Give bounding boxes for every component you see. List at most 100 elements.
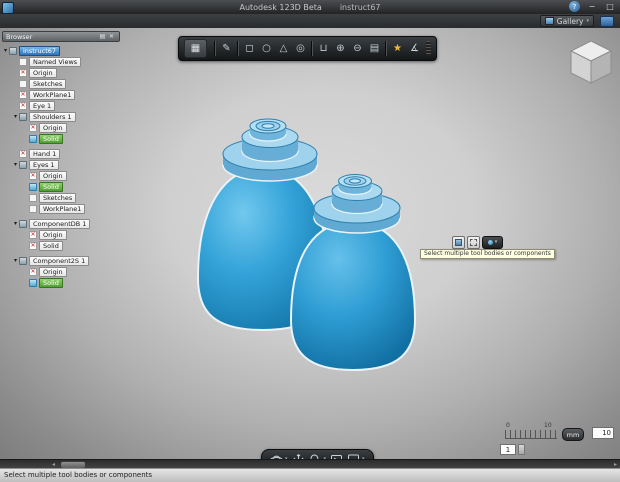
visibility-off-icon[interactable]: ✕ [19,149,27,158]
main-menu-icon[interactable]: ▦ [184,39,207,58]
tree-item-label[interactable]: Sketches [39,192,77,203]
tree-item-label[interactable]: Solid [39,240,63,251]
tree-item-label[interactable]: Origin [39,122,67,133]
tree-item[interactable]: Solid [22,277,120,288]
scroll-right-icon[interactable]: ▸ [614,461,617,468]
tree-item-label[interactable]: Origin [29,67,57,78]
visibility-off-icon[interactable]: ✕ [29,123,37,132]
minimize-icon[interactable]: − [586,1,598,12]
tree-item-label[interactable]: instruct67 [19,45,61,56]
gallery-button[interactable]: Gallery ▾ [539,15,594,27]
tree-item[interactable]: Sketches [12,78,120,89]
primitive-cone-icon[interactable]: △ [275,39,292,59]
tree-item-label[interactable]: WorkPlane1 [29,89,76,100]
solid-icon [29,134,37,143]
viewcube[interactable] [564,36,618,90]
expand-arrow-icon[interactable]: ▾ [2,47,9,54]
panel-toggle-icon[interactable] [600,16,614,27]
tree-item[interactable]: ▾ Component2S 1 [12,255,120,266]
browser-menu-icon[interactable]: ▤ [98,33,107,40]
model-front-lid[interactable] [313,174,401,234]
visibility-off-icon[interactable]: ✕ [19,68,27,77]
toolbar-separator [214,41,216,56]
tree-item-label[interactable]: WorkPlane1 [39,203,86,214]
tree-item-label[interactable]: ComponentDB 1 [29,218,91,229]
expand-arrow-icon[interactable]: ▾ [12,161,19,168]
viewport[interactable]: Browser ▤ ✕ ▾ instruct67 Named Views ✕ O… [0,28,620,459]
tree-item[interactable]: ✕ Origin [22,122,120,133]
tree-item[interactable]: ✕ Solid [22,240,120,251]
material-tool-icon[interactable]: ★ [389,39,406,59]
folder-icon [19,57,27,66]
primitive-box-icon[interactable]: ◻ [241,39,258,59]
tree-item-label[interactable]: Shoulders 1 [29,111,76,122]
tree-item[interactable]: ▾ Eyes 1 [12,159,120,170]
status-message: Select multiple tool bodies or component… [4,471,153,479]
tree-item-label[interactable]: Origin [39,266,67,277]
shell-tool-icon[interactable]: ⊔ [315,39,332,59]
select-component-button[interactable] [467,235,480,249]
revolve-tool-icon[interactable]: ◎ [292,39,309,59]
grid-major-field[interactable]: 10 [592,427,614,439]
tree-item[interactable]: Solid [22,181,120,192]
component-icon [9,46,17,55]
tree-item-label[interactable]: Eyes 1 [29,159,59,170]
expand-arrow-icon[interactable]: ▾ [12,220,19,227]
tree-item[interactable]: Sketches [22,192,120,203]
tree-item[interactable]: ✕ WorkPlane1 [12,89,120,100]
combine-tool-icon[interactable]: ⊕ [332,39,349,59]
folder-icon [29,204,37,213]
model-front-body[interactable] [289,220,417,372]
selection-options-button[interactable]: ▾ [482,235,503,249]
tree-item[interactable]: ▾ Shoulders 1 [12,111,120,122]
expand-arrow-icon[interactable]: ▾ [12,257,19,264]
visibility-off-icon[interactable]: ✕ [29,230,37,239]
tree-item[interactable]: ▾ ComponentDB 1 [12,218,120,229]
tree-item-label[interactable]: Sketches [29,78,67,89]
tree-item-label[interactable]: Origin [39,170,67,181]
grid-minor-field[interactable]: 1 [500,444,516,455]
tree-item-label[interactable]: Solid [39,181,63,192]
browser-header[interactable]: Browser ▤ ✕ [2,31,120,42]
selection-mini-toolbar: ▾ [452,235,503,249]
visibility-off-icon[interactable]: ✕ [29,267,37,276]
visibility-off-icon[interactable]: ✕ [19,90,27,99]
visibility-off-icon[interactable]: ✕ [29,241,37,250]
tree-item[interactable]: Solid [22,133,120,144]
tree-item-label[interactable]: Solid [39,277,63,288]
tree-item[interactable]: ✕ Origin [22,266,120,277]
tree-item[interactable]: ✕ Origin [22,229,120,240]
pattern-tool-icon[interactable]: ▤ [366,39,383,59]
toolbar-grip[interactable] [426,41,431,56]
tree-item-label[interactable]: Hand 1 [29,148,61,159]
component-icon [19,219,27,228]
tree-item[interactable]: ✕ Origin [12,67,120,78]
measure-tool-icon[interactable]: ∡ [406,39,423,59]
tree-item-label[interactable]: Solid [39,133,63,144]
primitive-sphere-icon[interactable]: ○ [258,39,275,59]
tree-item-label[interactable]: Origin [39,229,67,240]
tree-item[interactable]: ✕ Hand 1 [12,148,120,159]
tree-item-label[interactable]: Component2S 1 [29,255,90,266]
grid-minor-stepper[interactable] [518,444,525,455]
subtract-tool-icon[interactable]: ⊖ [349,39,366,59]
sketch-tool-icon[interactable]: ✎ [218,39,235,59]
select-body-button[interactable] [452,235,465,249]
tree-item[interactable]: WorkPlane1 [22,203,120,214]
scroll-left-icon[interactable]: ◂ [52,461,55,468]
tree-item-label[interactable]: Eye 1 [29,100,56,111]
visibility-off-icon[interactable]: ✕ [29,171,37,180]
unit-button[interactable]: mm [562,428,584,441]
visibility-off-icon[interactable]: ✕ [19,101,27,110]
browser-close-icon[interactable]: ✕ [107,33,116,40]
model-back-lid[interactable] [222,118,318,182]
expand-arrow-icon[interactable]: ▾ [12,113,19,120]
main-toolbar: ▦ ✎ ◻ ○ △ ◎ ⊔ ⊕ ⊖ ▤ ★ ∡ [178,36,437,61]
help-icon[interactable]: ? [569,1,580,12]
tree-item-label[interactable]: Named Views [29,56,82,67]
tree-item-root[interactable]: ▾ instruct67 [2,45,120,56]
tree-item[interactable]: ✕ Eye 1 [12,100,120,111]
tree-item[interactable]: Named Views [12,56,120,67]
tree-item[interactable]: ✕ Origin [22,170,120,181]
restore-icon[interactable]: □ [604,1,616,12]
